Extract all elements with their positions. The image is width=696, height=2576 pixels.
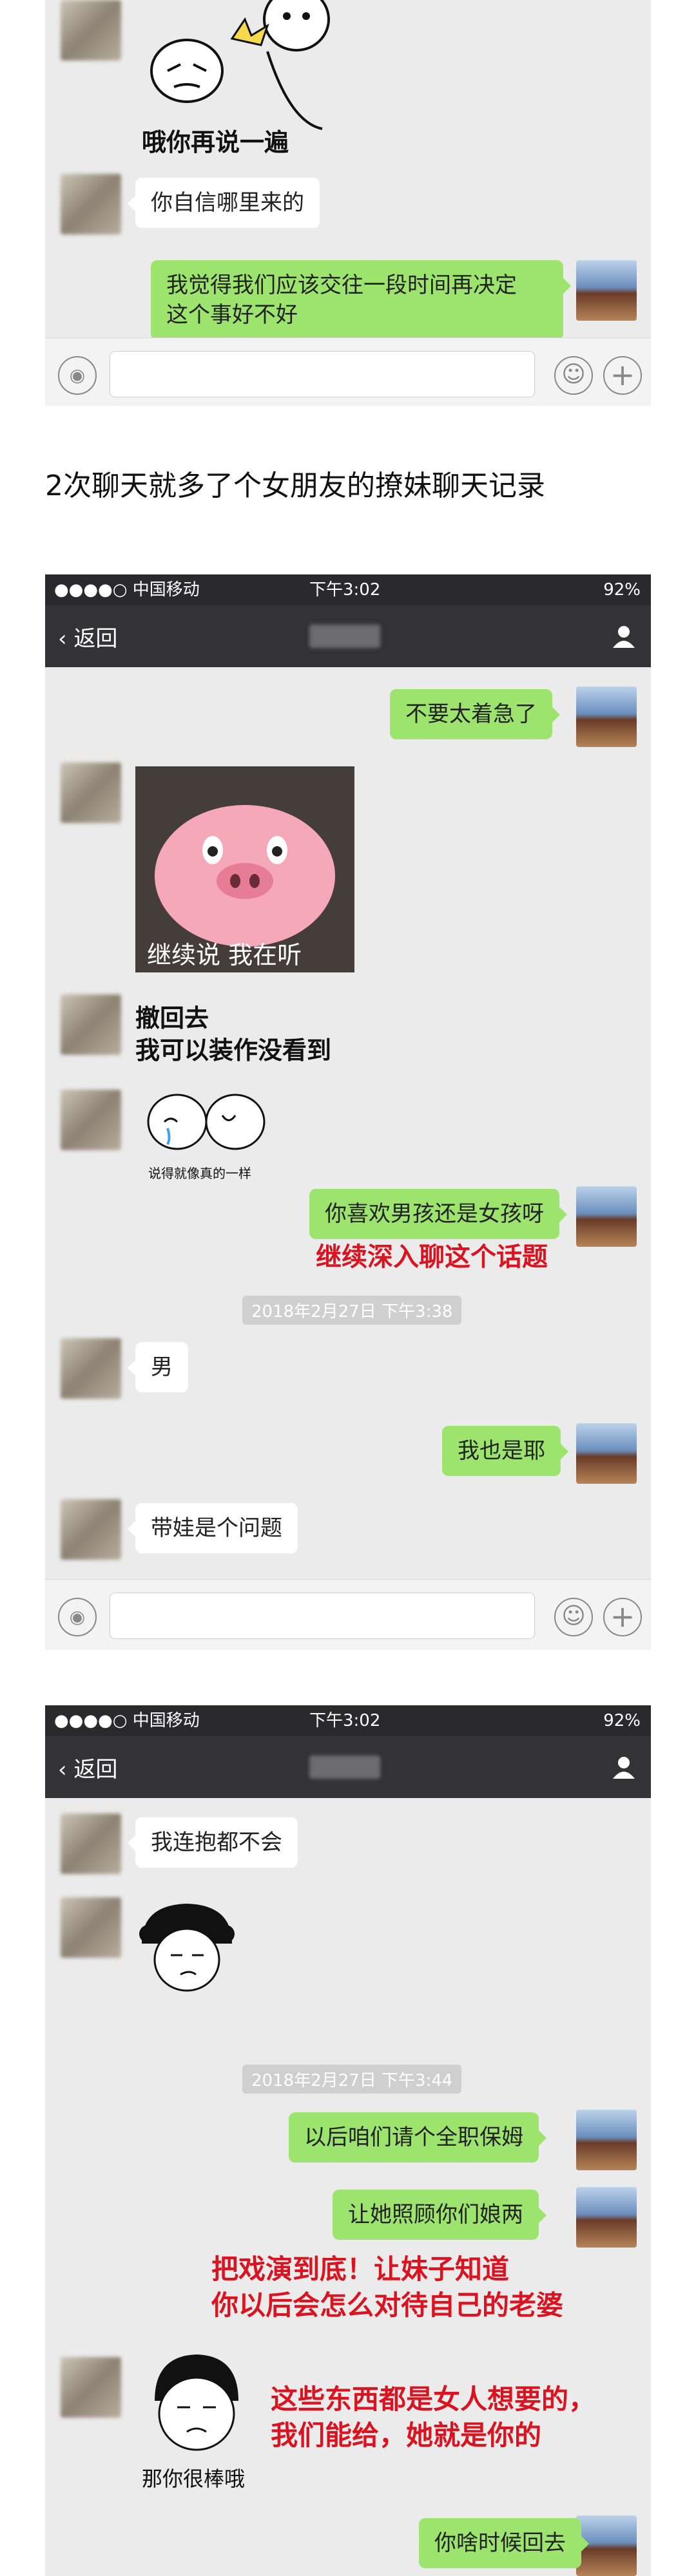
chat-panel-2: ●●●●○ 中国移动 下午3:02 92% ‹ 返回 不要太着急了 继续说 我在… [45, 574, 651, 1650]
meme-face-sticker [155, 2354, 238, 2451]
avatar [61, 1338, 121, 1399]
timestamp: 2018年2月27日 下午3:38 [242, 1296, 462, 1325]
annotation-note: 继续深入聊这个话题 [316, 1242, 548, 1272]
emoji-icon[interactable]: ☺ [554, 1598, 593, 1636]
voice-icon[interactable]: ◉ [58, 356, 97, 395]
message-bubble-self: 你喜欢男孩还是女孩呀 [309, 1189, 567, 1239]
avatar-self [576, 687, 637, 747]
avatar-self [576, 260, 637, 321]
avatar [61, 1090, 121, 1150]
input-bar: ◉ ☺ + [45, 337, 651, 406]
avatar [61, 1814, 121, 1874]
annotation-note: 把戏演到底！让妹子知道 你以后会怎么对待自己的老婆 [211, 2253, 564, 2321]
annotation-note: 这些东西都是女人想要的， 我们能给，她就是你的 [271, 2383, 596, 2451]
message-bubble-self: 不要太着急了 [390, 689, 560, 739]
cartoon-sticker [147, 1094, 266, 1150]
avatar [61, 0, 121, 61]
profile-icon[interactable] [611, 623, 637, 649]
input-bar: ◉ ☺ + [45, 1579, 651, 1650]
add-icon[interactable]: + [603, 1598, 642, 1636]
chat-title-blurred [309, 625, 380, 648]
avatar [61, 174, 121, 234]
message-bubble: 男 [128, 1342, 188, 1392]
sticker-caption: 继续说 我在听 [147, 941, 302, 969]
message-input[interactable] [110, 351, 535, 397]
avatar [61, 1897, 121, 1958]
avatar-self [576, 2187, 637, 2248]
voice-icon[interactable]: ◉ [58, 1598, 97, 1636]
profile-icon[interactable] [611, 1754, 637, 1780]
message-bubble-self: 你啥时候回去 [419, 2518, 589, 2568]
message-bubble-self: 我也是耶 [442, 1426, 568, 1476]
status-bar: ●●●●○ 中国移动 下午3:02 92% [45, 1705, 651, 1736]
message-bubble-self: 让她照顾你们娘两 [333, 2190, 546, 2240]
back-button[interactable]: ‹ 返回 [58, 621, 117, 652]
back-button[interactable]: ‹ 返回 [58, 1752, 117, 1783]
avatar-self [576, 2110, 637, 2170]
sticker-caption: 哦你再说一遍 [142, 128, 289, 156]
section-heading: 2次聊天就多了个女朋友的撩妹聊天记录 [45, 469, 545, 502]
message-bubble: 我连抱都不会 [128, 1817, 298, 1868]
message-input[interactable] [110, 1593, 535, 1639]
sticker-caption: 那你很棒哦 [142, 2467, 246, 2491]
avatar-self [576, 1423, 637, 1484]
message-bubble-self: 以后咱们请个全职保姆 [289, 2112, 546, 2163]
sticker-caption: 说得就像真的一样 [148, 1166, 251, 1181]
avatar [61, 1499, 121, 1560]
chat-title-blurred [309, 1756, 380, 1779]
message-bubble-self: 我觉得我们应该交往一段时间再决定 这个事好不好 [151, 260, 571, 340]
status-bar: ●●●●○ 中国移动 下午3:02 92% [45, 574, 651, 605]
avatar [61, 2357, 121, 2418]
timestamp: 2018年2月27日 下午3:44 [242, 2065, 462, 2094]
nav-bar: ‹ 返回 [45, 1736, 651, 1798]
chat-panel-1: 哦你再说一遍 你自信哪里来的 我觉得我们应该交往一段时间再决定 这个事好不好 ◉… [45, 0, 651, 406]
message-bubble: 你自信哪里来的 [128, 178, 320, 228]
add-icon[interactable]: + [603, 356, 642, 395]
message-bubble: 带娃是个问题 [128, 1503, 298, 1553]
message-text: 撤回去 我可以装作没看到 [135, 1004, 332, 1065]
avatar [61, 762, 121, 823]
chat-panel-3: ●●●●○ 中国移动 下午3:02 92% ‹ 返回 我连抱都不会 2018年2… [45, 1705, 651, 2576]
avatar [61, 994, 121, 1055]
curly-hair-sticker [139, 1904, 235, 1992]
emoji-icon[interactable]: ☺ [554, 356, 593, 395]
nav-bar: ‹ 返回 [45, 605, 651, 667]
avatar-self [576, 1186, 637, 1247]
